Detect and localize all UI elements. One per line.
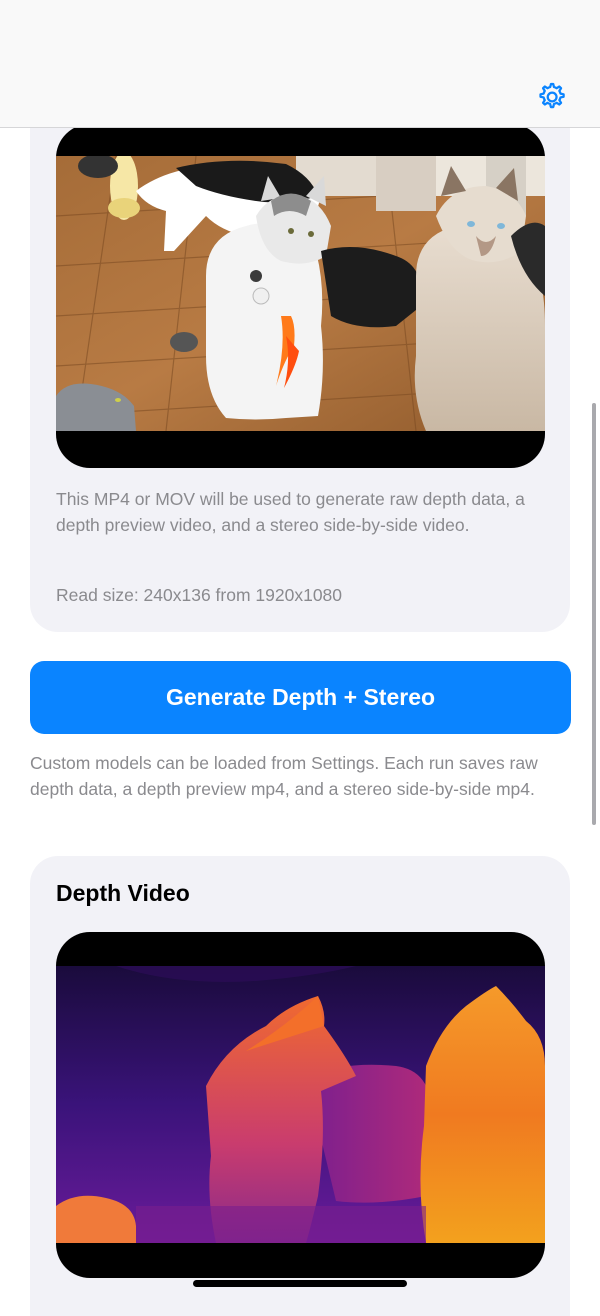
depth-video-card: Depth Video: [30, 856, 570, 1316]
input-video-player[interactable]: [56, 124, 545, 468]
depth-video-title: Depth Video: [56, 880, 190, 906]
depth-heatmap-thumbnail: [56, 966, 545, 1243]
input-video-description: This MP4 or MOV will be used to generate…: [56, 489, 525, 535]
cats-video-thumbnail: [56, 156, 545, 431]
gear-icon: [539, 82, 565, 109]
settings-button[interactable]: [532, 78, 570, 116]
home-indicator[interactable]: [193, 1280, 407, 1287]
generate-depth-stereo-button[interactable]: Generate Depth + Stereo: [30, 661, 571, 734]
custom-models-footnote: Custom models can be loaded from Setting…: [30, 753, 538, 799]
read-size-label: Read size: 240x136 from 1920x1080: [56, 585, 343, 605]
depth-video-player[interactable]: [56, 932, 545, 1278]
scroll-indicator[interactable]: [592, 403, 596, 825]
scroll-content[interactable]: This MP4 or MOV will be used to generate…: [0, 0, 600, 1316]
input-video-card: This MP4 or MOV will be used to generate…: [30, 60, 570, 632]
navigation-bar: [0, 0, 600, 128]
